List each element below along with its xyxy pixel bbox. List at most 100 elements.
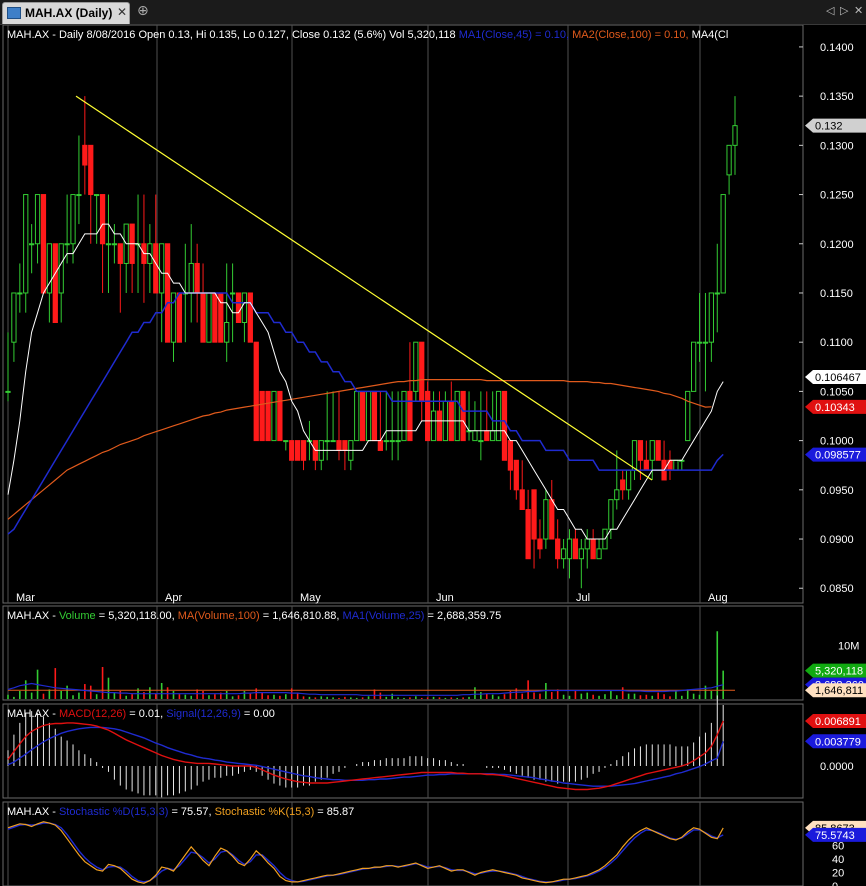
month-label: Jul: [576, 592, 590, 604]
macd-marker: 0.006891: [805, 713, 866, 728]
candle-body: [578, 548, 584, 560]
candle-body: [88, 144, 94, 196]
candle-body: [608, 499, 614, 530]
macd-header-part: = 0.01,: [126, 708, 166, 720]
tab-mah-ax-daily[interactable]: MAH.AX (Daily) ✕: [2, 2, 130, 24]
candle-body: [265, 390, 271, 442]
candle-body: [478, 440, 484, 443]
price-tick-label: 0.1150: [820, 288, 853, 300]
candle-body: [655, 440, 661, 461]
candle-body: [590, 538, 596, 560]
stochastic-header-part: = 75.57,: [168, 806, 214, 818]
price-marker-label: 0.10343: [815, 402, 855, 414]
candle-body: [289, 440, 295, 461]
candle: [40, 194, 47, 294]
candle-body: [495, 390, 502, 442]
new-tab-icon[interactable]: ⊕: [137, 3, 149, 19]
candle-body: [371, 390, 378, 442]
candle-body: [76, 194, 82, 197]
candle-body: [259, 390, 265, 442]
price-header-part: MA1(Close,45) = 0.10,: [459, 29, 572, 41]
price-marker-label: 0.106467: [815, 372, 861, 384]
volume-marker: 5,320,118: [805, 663, 866, 678]
price-tick-label: 0.1300: [820, 140, 854, 152]
candle-body: [176, 292, 183, 343]
candle-body: [70, 194, 76, 245]
candle-body: [714, 292, 720, 295]
candle: [673, 459, 679, 471]
chart-area: 0.1400 0.1350 0.1300 0.1250 0.1200 0.1150 0.11…: [2, 25, 866, 886]
candle: [655, 440, 661, 461]
price-tick-label: 0.1000: [820, 436, 854, 448]
candle: [454, 390, 460, 442]
candle: [401, 390, 407, 442]
volume-marker: 1,646,811: [805, 683, 866, 698]
candle-body: [643, 459, 649, 471]
price-tick-label: 0.1200: [820, 239, 854, 251]
candle-body: [229, 292, 236, 295]
volume-tick-label: 10M: [838, 641, 859, 653]
price-tick-label: 0.0900: [820, 534, 854, 546]
candle-body: [720, 194, 726, 294]
candle-body: [732, 125, 738, 146]
month-label: Apr: [165, 592, 182, 604]
candle-body: [525, 509, 531, 560]
price-marker: 0.106467: [805, 369, 866, 384]
price-header: MAH.AX - Daily 8/08/2016 Open 0.13, Hi 0…: [7, 29, 728, 41]
candle: [294, 440, 301, 461]
candle: [289, 440, 295, 461]
candle-body: [649, 440, 655, 461]
candle-body: [490, 430, 496, 442]
candle-body: [300, 440, 307, 461]
month-label: Aug: [708, 592, 728, 604]
tab-bar: MAH.AX (Daily) ✕ ⊕ ◁ ▷ ✕: [0, 0, 866, 25]
scroll-left-icon[interactable]: ◁: [826, 4, 834, 17]
candle-body: [667, 459, 673, 471]
candle-body: [484, 430, 490, 442]
close-window-icon[interactable]: ✕: [854, 4, 863, 17]
candle-body: [99, 194, 106, 245]
stochastic-tick-label: 0: [832, 881, 838, 886]
volume-header-part: MAH.AX -: [7, 610, 59, 622]
candle-body: [625, 469, 632, 491]
volume-header-part: = 2,688,359.75: [424, 610, 501, 622]
candle-body: [212, 292, 218, 343]
stochastic-tick-label: 20: [832, 867, 844, 879]
stochastic-header-part: Stochastic %K(15,3): [215, 806, 315, 818]
candle-body: [11, 292, 17, 343]
price-marker-label: 0.132: [815, 121, 843, 133]
stochastic-tick-label: 60: [832, 840, 844, 852]
macd-marker: 0.003779: [805, 734, 866, 749]
candle-body: [224, 322, 230, 343]
candle-body: [235, 292, 242, 324]
stochastic-tick-label: 40: [832, 854, 844, 866]
candle-body: [64, 243, 70, 246]
candle-body: [82, 144, 88, 166]
price-tick-label: 0.0850: [820, 583, 854, 595]
candle-body: [696, 341, 703, 344]
macd-header: MAH.AX - MACD(12,26) = 0.01, Signal(12,2…: [7, 708, 275, 720]
volume-header-part: Volume: [59, 610, 96, 622]
candle: [52, 243, 58, 323]
scroll-right-icon[interactable]: ▷: [840, 4, 848, 17]
price-tick-label: 0.1250: [820, 190, 854, 202]
candle: [360, 390, 366, 442]
candle-body: [206, 292, 212, 343]
candle-body: [336, 440, 342, 451]
price-tick-label: 0.0950: [820, 485, 854, 497]
price-marker: 0.098577: [805, 447, 866, 462]
candle-body: [685, 390, 691, 442]
price-tick-label: 0.1100: [820, 337, 853, 349]
candle-body: [501, 390, 508, 461]
candle-body: [549, 499, 555, 540]
candle: [371, 390, 378, 442]
close-tab-icon[interactable]: ✕: [117, 5, 127, 19]
candle-body: [271, 390, 277, 442]
macd-header-part: MACD(12,26): [59, 708, 126, 720]
month-label: Jun: [436, 592, 454, 604]
candle-body: [164, 243, 171, 343]
candle-body: [294, 440, 301, 461]
candle-body: [29, 243, 35, 246]
stochastic-header-part: MAH.AX -: [7, 806, 59, 818]
candle: [354, 390, 360, 442]
